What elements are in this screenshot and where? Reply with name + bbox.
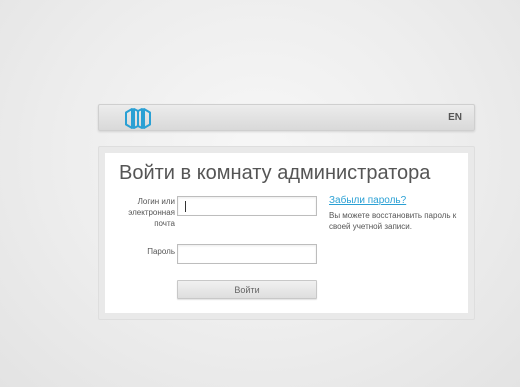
password-label: Пароль: [147, 247, 175, 256]
forgot-password-link[interactable]: Забыли пароль?: [329, 195, 406, 206]
login-label: Логин или электронная почта: [128, 197, 175, 228]
page-title: Войти в комнату администратора: [119, 162, 431, 184]
login-form: Войти в комнату администратора Логин или…: [105, 153, 468, 313]
login-input[interactable]: [177, 196, 317, 216]
text-caret: [185, 201, 186, 212]
login-button[interactable]: Войти: [177, 280, 317, 299]
forgot-password-hint: Вы можете восстановить пароль к своей уч…: [329, 211, 457, 231]
login-panel: Войти в комнату администратора Логин или…: [98, 146, 475, 320]
language-switch[interactable]: EN: [448, 112, 462, 123]
top-bar: EN: [98, 104, 475, 131]
password-input[interactable]: [177, 244, 317, 264]
brand-logo-icon: [125, 108, 151, 129]
